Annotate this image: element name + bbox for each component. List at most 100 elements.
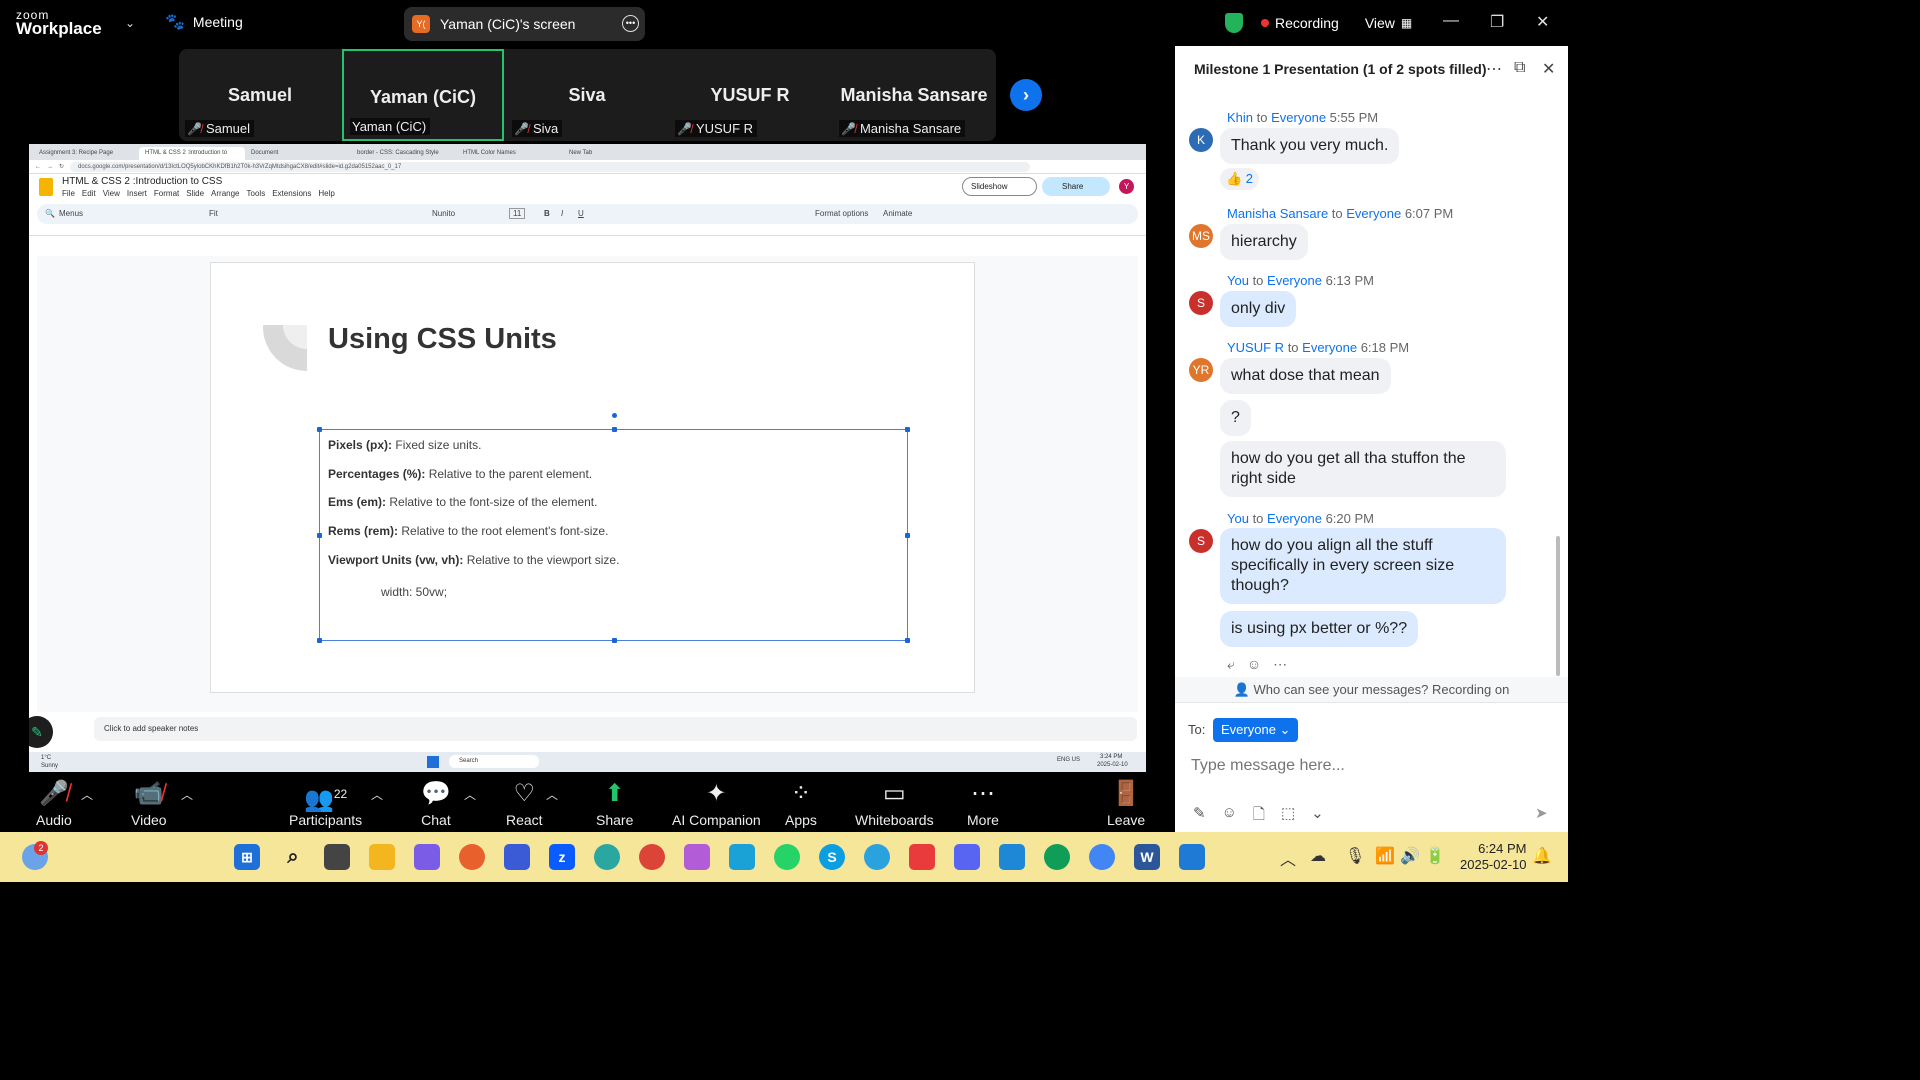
- slide[interactable]: Using CSS Units Pixels (px): Fixed size …: [210, 262, 975, 693]
- message-sender[interactable]: Manisha Sansare: [1227, 206, 1328, 221]
- leave-button[interactable]: 🚪 Leave: [1107, 780, 1145, 828]
- encryption-shield-icon[interactable]: [1225, 13, 1243, 33]
- microphone-icon[interactable]: 🎙: [1345, 846, 1365, 866]
- url-field[interactable]: docs.google.com/presentation/d/13IctLOQ5…: [70, 161, 1031, 172]
- discord-icon[interactable]: [954, 844, 980, 870]
- close-chat-icon[interactable]: ✕: [1542, 59, 1555, 79]
- chat-more-icon[interactable]: ⋯: [1486, 59, 1502, 79]
- resize-handle[interactable]: [905, 427, 910, 432]
- store-icon[interactable]: [504, 844, 530, 870]
- file-explorer-icon[interactable]: [369, 844, 395, 870]
- menu-extensions[interactable]: Extensions: [272, 189, 311, 198]
- chrome-profile-icon[interactable]: [1044, 844, 1070, 870]
- emoji-icon[interactable]: ☺: [1222, 804, 1237, 829]
- menu-tools[interactable]: Tools: [247, 189, 266, 198]
- menu-slide[interactable]: Slide: [186, 189, 204, 198]
- battery-icon[interactable]: 🔋: [1425, 846, 1445, 866]
- font-size-field[interactable]: 11: [509, 208, 526, 219]
- react-button[interactable]: ♡ React: [506, 780, 543, 828]
- anydesk-icon[interactable]: [909, 844, 935, 870]
- menu-file[interactable]: File: [62, 189, 75, 198]
- show-hidden-icons-icon[interactable]: ︿: [1280, 846, 1296, 870]
- menu-help[interactable]: Help: [318, 189, 334, 198]
- snipping-tool-icon[interactable]: [684, 844, 710, 870]
- chevron-down-icon[interactable]: ⌄: [125, 16, 135, 30]
- word-icon[interactable]: W: [1134, 844, 1160, 870]
- browser-tab[interactable]: Document: [245, 147, 351, 160]
- recording-label[interactable]: Recording: [1275, 15, 1339, 31]
- chrome-icon[interactable]: [639, 844, 665, 870]
- menus-search[interactable]: Menus: [59, 209, 83, 218]
- chat-caret-icon[interactable]: ︿: [464, 786, 476, 803]
- participant-tile[interactable]: Siva 🎤̸ Siva: [506, 49, 668, 141]
- whiteboards-button[interactable]: ▭ Whiteboards: [855, 780, 934, 828]
- remote-search-box[interactable]: Search: [449, 755, 539, 768]
- audio-button[interactable]: 🎤̸ Audio: [36, 780, 72, 828]
- close-window-icon[interactable]: ✕: [1536, 12, 1549, 32]
- participants-button[interactable]: 👥22 Participants: [289, 780, 362, 828]
- volume-icon[interactable]: 🔊: [1400, 846, 1420, 866]
- format-text-icon[interactable]: ✎: [1193, 804, 1206, 829]
- task-view-icon[interactable]: [324, 844, 350, 870]
- chat-message[interactable]: how do you align all the stuff specifica…: [1220, 528, 1506, 604]
- search-icon[interactable]: ⌕: [280, 844, 306, 870]
- browser-tab[interactable]: Assignment 3: Recipe Page: [33, 147, 139, 160]
- menu-insert[interactable]: Insert: [127, 189, 147, 198]
- italic-icon[interactable]: I: [561, 209, 563, 218]
- browser-tab-active[interactable]: HTML & CSS 2 :Introduction to: [139, 147, 245, 160]
- zoom-app-icon[interactable]: z: [549, 844, 575, 870]
- underline-icon[interactable]: U: [578, 209, 584, 218]
- edge-icon[interactable]: [594, 844, 620, 870]
- chat-message[interactable]: how do you get all tha stuffon the right…: [1220, 441, 1506, 497]
- participant-tile[interactable]: YUSUF R 🎤̸ YUSUF R: [669, 49, 831, 141]
- menu-edit[interactable]: Edit: [82, 189, 96, 198]
- search-menus-icon[interactable]: 🔍: [45, 209, 55, 218]
- google-slides-icon[interactable]: [39, 178, 53, 196]
- rotate-handle[interactable]: [612, 413, 617, 418]
- speaker-notes[interactable]: Click to add speaker notes: [94, 717, 1137, 741]
- share-screen-button[interactable]: ⬆ Share: [596, 780, 633, 828]
- format-options-button[interactable]: Format options: [815, 209, 868, 218]
- message-sender[interactable]: You: [1227, 511, 1249, 526]
- browser-tab[interactable]: HTML Color Names: [457, 147, 563, 160]
- menu-format[interactable]: Format: [154, 189, 179, 198]
- participant-tile-active-speaker[interactable]: Yaman (CiC) Yaman (CiC): [342, 49, 504, 141]
- apps-button[interactable]: ⁘ Apps: [785, 780, 817, 828]
- message-sender[interactable]: You: [1227, 273, 1249, 288]
- resize-handle[interactable]: [317, 427, 322, 432]
- back-icon[interactable]: ←: [35, 164, 41, 170]
- bold-icon[interactable]: B: [544, 209, 550, 218]
- message-sender[interactable]: Khin: [1227, 110, 1253, 125]
- message-more-icon[interactable]: ⋯: [1273, 656, 1287, 673]
- annotate-pen-icon[interactable]: ✎: [29, 716, 53, 748]
- chat-message[interactable]: only div: [1220, 291, 1297, 327]
- menu-arrange[interactable]: Arrange: [211, 189, 239, 198]
- video-button[interactable]: 📹̸ Video: [131, 780, 167, 828]
- windows-start-icon[interactable]: ⊞: [234, 844, 260, 870]
- browser-tab[interactable]: border - CSS: Cascading Style: [351, 147, 457, 160]
- resize-handle[interactable]: [317, 638, 322, 643]
- selected-text-box[interactable]: Pixels (px): Fixed size units. Percentag…: [317, 413, 910, 643]
- document-title[interactable]: HTML & CSS 2 :Introduction to CSS: [62, 176, 222, 187]
- video-options-caret-icon[interactable]: ︿: [181, 786, 193, 803]
- chat-scrollbar[interactable]: [1556, 536, 1560, 676]
- participant-tile[interactable]: Manisha Sansare 🎤̸ Manisha Sansare: [833, 49, 995, 141]
- restore-icon[interactable]: ❐: [1490, 12, 1504, 32]
- vscode-icon[interactable]: [999, 844, 1025, 870]
- resize-handle[interactable]: [905, 638, 910, 643]
- wifi-icon[interactable]: 📶: [1375, 846, 1395, 866]
- resize-handle[interactable]: [317, 533, 322, 538]
- reply-icon[interactable]: ⤶: [1227, 656, 1235, 673]
- screenshot-icon[interactable]: ⬚: [1281, 804, 1295, 829]
- whatsapp-icon[interactable]: [774, 844, 800, 870]
- ai-companion-button[interactable]: ✦ AI Companion: [672, 780, 761, 828]
- shared-screen-pill[interactable]: Y( Yaman (CiC)'s screen •••: [404, 7, 645, 41]
- react-caret-icon[interactable]: ︿: [546, 786, 558, 803]
- chat-message[interactable]: ?: [1220, 400, 1251, 436]
- file-icon[interactable]: 🗋: [1253, 804, 1265, 829]
- copilot-icon[interactable]: [414, 844, 440, 870]
- participants-caret-icon[interactable]: ︿: [371, 786, 383, 803]
- add-reaction-icon[interactable]: ☺: [1247, 656, 1261, 673]
- resize-handle[interactable]: [905, 533, 910, 538]
- forward-icon[interactable]: →: [47, 164, 53, 170]
